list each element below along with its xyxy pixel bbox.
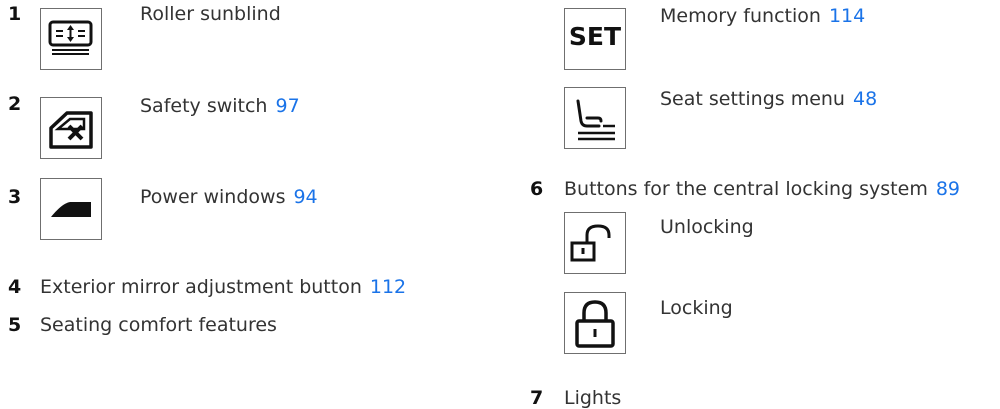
item-number-3: 3 bbox=[8, 186, 22, 208]
locking-label: Locking bbox=[660, 297, 733, 319]
item-number-7: 7 bbox=[530, 387, 544, 409]
power-window-icon bbox=[40, 178, 102, 240]
item-number-6: 6 bbox=[530, 178, 544, 200]
seating-comfort-label: Seating comfort features bbox=[40, 314, 277, 336]
set-icon: SET bbox=[564, 8, 626, 70]
exterior-mirror-label: Exterior mirror adjustment button 112 bbox=[40, 276, 407, 298]
page-ref-link[interactable]: 48 bbox=[853, 88, 877, 110]
central-locking-label: Buttons for the central locking system 89 bbox=[564, 178, 961, 200]
page-ref-link[interactable]: 112 bbox=[370, 276, 406, 298]
item-number-2: 2 bbox=[8, 93, 22, 115]
lights-label: Lights bbox=[564, 387, 622, 409]
page-ref-link[interactable]: 114 bbox=[829, 5, 865, 27]
item-number-1: 1 bbox=[8, 3, 22, 25]
set-icon-text: SET bbox=[568, 22, 622, 51]
seat-settings-menu-label: Seat settings menu 48 bbox=[660, 88, 878, 110]
roller-sunblind-icon bbox=[40, 8, 102, 70]
memory-function-label: Memory function 114 bbox=[660, 5, 866, 27]
safety-switch-label: Safety switch 97 bbox=[140, 95, 300, 117]
lock-icon bbox=[564, 292, 626, 354]
page-ref-link[interactable]: 97 bbox=[275, 95, 299, 117]
safety-switch-icon bbox=[40, 97, 102, 159]
unlocking-label: Unlocking bbox=[660, 216, 754, 238]
power-windows-label: Power windows 94 bbox=[140, 186, 318, 208]
page-ref-link[interactable]: 94 bbox=[293, 186, 317, 208]
seat-settings-icon bbox=[564, 87, 626, 149]
item-number-4: 4 bbox=[8, 276, 22, 298]
unlock-icon bbox=[564, 212, 626, 274]
item-number-5: 5 bbox=[8, 314, 22, 336]
roller-sunblind-label: Roller sunblind bbox=[140, 3, 281, 25]
page-ref-link[interactable]: 89 bbox=[936, 178, 960, 200]
